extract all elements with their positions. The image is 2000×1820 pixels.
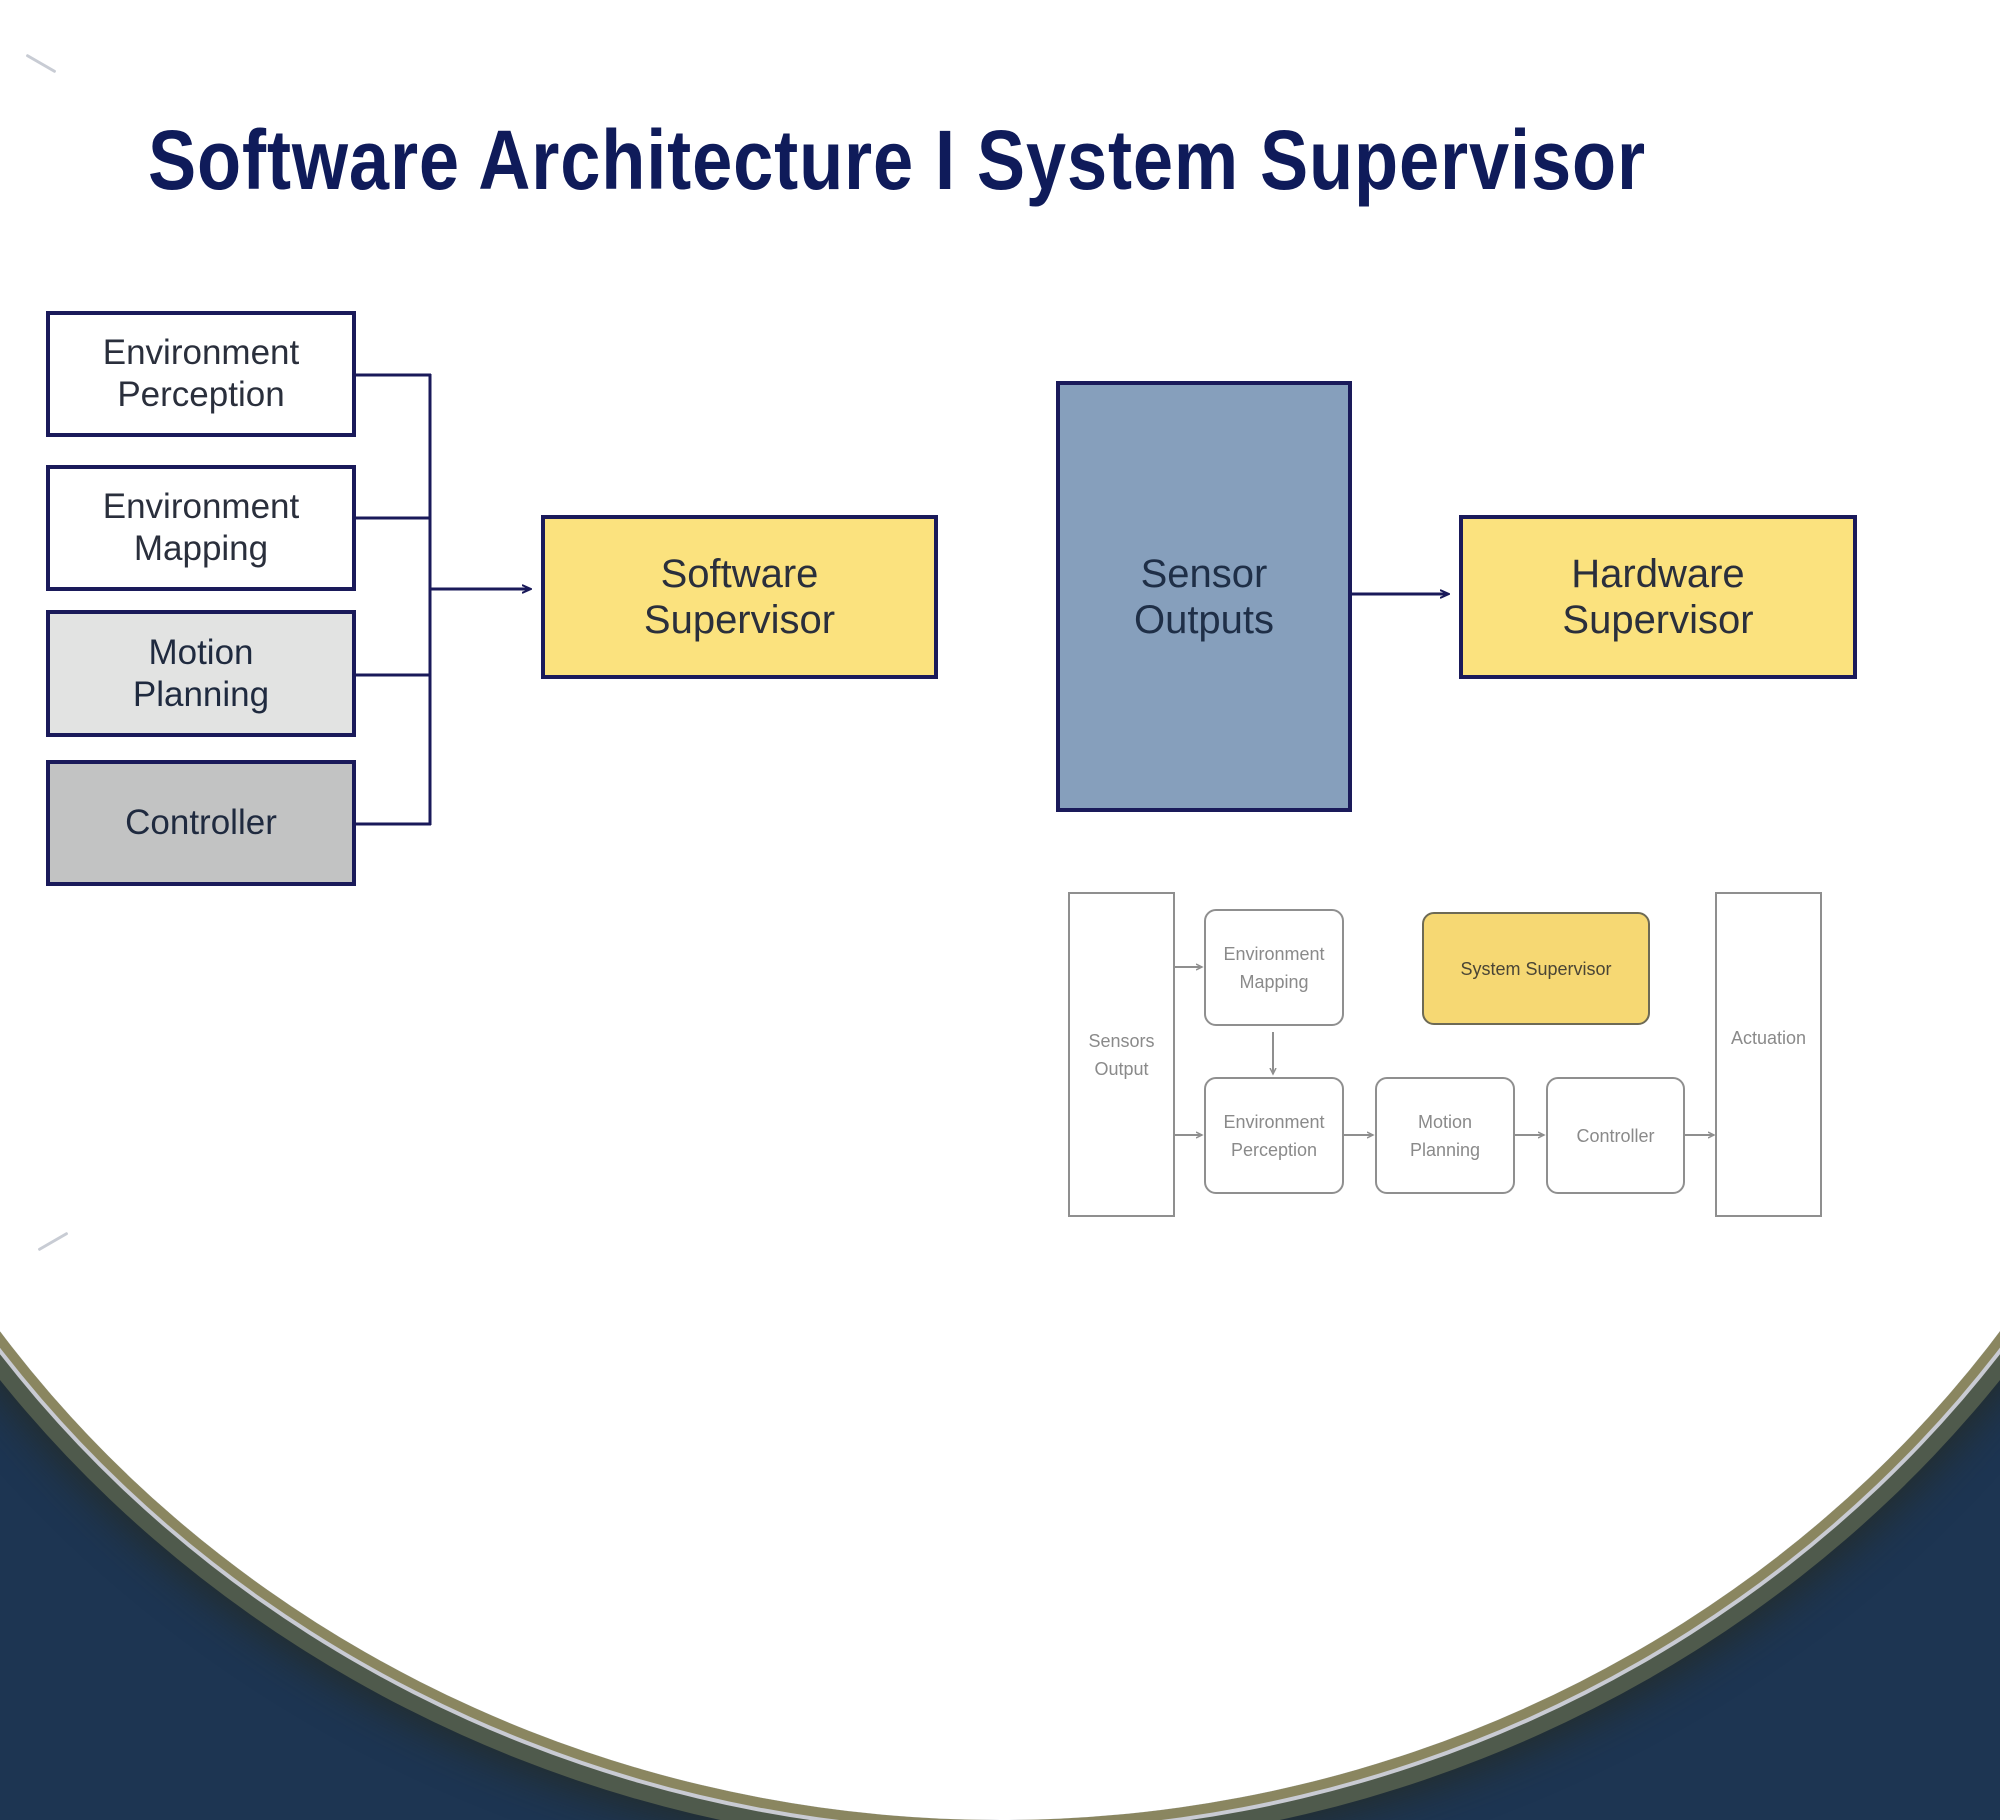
- overview-environment-perception-box: Environment Perception: [1204, 1077, 1344, 1194]
- overview-motion-planning-label: Motion Planning: [1409, 1111, 1481, 1160]
- overview-environment-perception-label: Environment Perception: [1223, 1111, 1325, 1160]
- hardware-supervisor-label: Hardware Supervisor: [1562, 552, 1754, 642]
- software-supervisor-label: Software Supervisor: [643, 552, 836, 642]
- overview-system-supervisor-box: System Supervisor: [1422, 912, 1650, 1025]
- overview-sensors-output-label: Sensors Output: [1088, 1030, 1155, 1079]
- overview-environment-mapping-box: Environment Mapping: [1204, 909, 1344, 1026]
- overview-environment-mapping-label: Environment Mapping: [1223, 943, 1325, 992]
- environment-mapping-label: Environment Mapping: [102, 487, 300, 568]
- overview-controller-box: Controller: [1546, 1077, 1685, 1194]
- controller-box: Controller: [46, 760, 356, 886]
- overview-actuation-box: Actuation: [1715, 892, 1822, 1217]
- overview-controller-label: Controller: [1576, 1125, 1655, 1146]
- overview-sensors-output-box: Sensors Output: [1068, 892, 1175, 1217]
- overview-actuation-label: Actuation: [1730, 1028, 1807, 1048]
- environment-mapping-box: Environment Mapping: [46, 465, 356, 591]
- hardware-supervisor-box: Hardware Supervisor: [1459, 515, 1857, 679]
- overview-motion-planning-box: Motion Planning: [1375, 1077, 1515, 1194]
- software-supervisor-box: Software Supervisor: [541, 515, 938, 679]
- motion-planning-box: Motion Planning: [46, 610, 356, 737]
- controller-label: Controller: [125, 803, 277, 842]
- motion-planning-label: Motion Planning: [132, 632, 270, 714]
- overview-system-supervisor-label: System Supervisor: [1460, 958, 1612, 979]
- sensor-outputs-box: Sensor Outputs: [1056, 381, 1352, 812]
- environment-perception-label: Environment Perception: [102, 333, 300, 414]
- environment-perception-box: Environment Perception: [46, 311, 356, 437]
- sensor-outputs-label: Sensor Outputs: [1133, 551, 1275, 642]
